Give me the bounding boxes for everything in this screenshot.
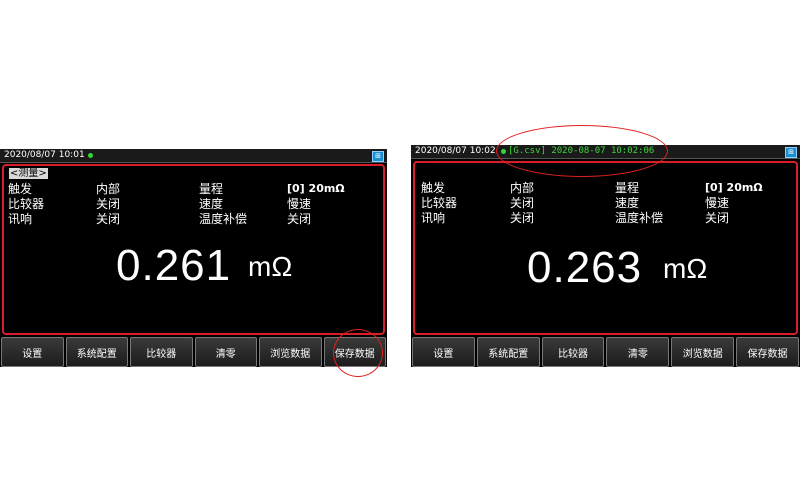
temp-comp-label: 温度补偿 (199, 212, 248, 226)
trigger-label: 触发 (8, 182, 33, 196)
save-button-highlight-ellipse (333, 329, 383, 377)
temp-comp-value[interactable]: 关闭 (705, 211, 729, 225)
speed-label: 速度 (199, 197, 224, 211)
beep-value[interactable]: 关闭 (96, 212, 120, 226)
resistance-reading: 0.263 (527, 243, 643, 292)
comparator-button[interactable]: 比较器 (130, 337, 193, 367)
datetime: 2020/08/07 10:01 (4, 150, 85, 160)
range-value[interactable]: [0] 20mΩ (705, 181, 763, 195)
reading-unit: mΩ (248, 251, 293, 282)
status-dot-icon (88, 153, 93, 158)
setup-button[interactable]: 设置 (1, 337, 64, 367)
system-config-button[interactable]: 系统配置 (65, 337, 128, 367)
instrument-screen-left: 2020/08/07 10:01 ⊞ <测量> 触发 内部 量程 [0] 20m… (0, 149, 387, 367)
status-bar: 2020/08/07 10:01 ⊞ (0, 149, 387, 163)
reading-unit: mΩ (663, 253, 708, 284)
measurement-screen: <测量> 触发 内部 量程 [0] 20mΩ 比较器 关闭 速度 慢速 讯响 关… (2, 164, 385, 335)
temp-comp-value[interactable]: 关闭 (287, 212, 311, 226)
beep-label: 讯响 (421, 211, 446, 225)
speed-value[interactable]: 慢速 (705, 196, 729, 210)
usb-icon: ⊞ (372, 151, 384, 162)
range-value[interactable]: [0] 20mΩ (287, 182, 345, 196)
beep-value[interactable]: 关闭 (510, 211, 534, 225)
comparator-label: 比较器 (8, 197, 45, 211)
save-data-button[interactable]: 保存数据 (736, 337, 799, 367)
speed-value[interactable]: 慢速 (287, 197, 311, 211)
system-config-button[interactable]: 系统配置 (476, 337, 540, 367)
comparator-value[interactable]: 关闭 (96, 197, 120, 211)
comparator-label: 比较器 (421, 196, 458, 210)
range-label: 量程 (199, 182, 224, 196)
softkey-bar: 设置 系统配置 比较器 清零 浏览数据 保存数据 (411, 337, 800, 367)
trigger-value[interactable]: 内部 (510, 181, 534, 195)
beep-label: 讯响 (8, 212, 33, 226)
trigger-label: 触发 (421, 181, 446, 195)
softkey-bar: 设置 系统配置 比较器 清零 浏览数据 保存数据 (0, 337, 387, 367)
save-message-highlight-ellipse (496, 125, 668, 177)
zero-button[interactable]: 清零 (606, 337, 670, 367)
measurement-screen: 触发 内部 量程 [0] 20mΩ 比较器 关闭 速度 慢速 讯响 关闭 温度补… (413, 161, 798, 335)
setup-button[interactable]: 设置 (412, 337, 475, 367)
usb-icon: ⊞ (785, 147, 797, 158)
datetime: 2020/08/07 10:02 (415, 146, 496, 156)
trigger-value[interactable]: 内部 (96, 182, 120, 196)
temp-comp-label: 温度补偿 (615, 211, 664, 225)
comparator-button[interactable]: 比较器 (541, 337, 605, 367)
browse-data-button[interactable]: 浏览数据 (671, 337, 735, 367)
range-label: 量程 (615, 181, 640, 195)
zero-button[interactable]: 清零 (194, 337, 257, 367)
mode-tag: <测量> (9, 168, 48, 179)
browse-data-button[interactable]: 浏览数据 (259, 337, 322, 367)
instrument-screen-right: 2020/08/07 10:02 [G.csv] 2020-08-07 10:0… (411, 145, 800, 367)
resistance-reading: 0.261 (116, 241, 232, 290)
comparator-value[interactable]: 关闭 (510, 196, 534, 210)
speed-label: 速度 (615, 196, 640, 210)
